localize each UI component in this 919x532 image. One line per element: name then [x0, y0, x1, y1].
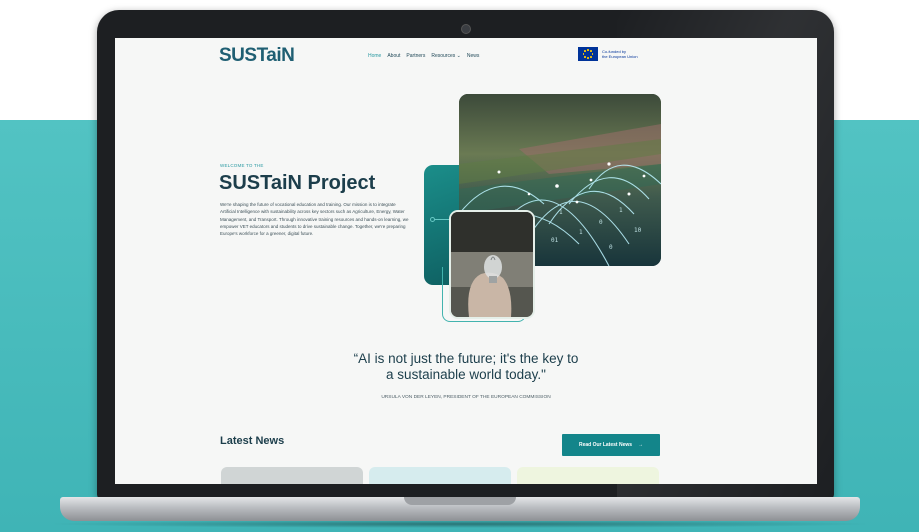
eu-funding-text: Co-funded by the European Union: [602, 49, 638, 59]
svg-text:10: 10: [634, 227, 642, 234]
main-nav: Home About Partners Resources ⌄ News: [368, 53, 479, 59]
site-logo[interactable]: SUSTaiN: [219, 45, 295, 77]
chevron-down-icon: ⌄: [456, 53, 461, 59]
hero-description: We're shaping the future of vocational e…: [220, 202, 409, 237]
read-latest-news-label: Read Our Latest News: [578, 442, 633, 448]
news-card[interactable]: [221, 467, 363, 484]
svg-text:1: 1: [559, 209, 563, 216]
eu-funding-badge: Co-funded by the European Union: [578, 47, 638, 61]
news-card[interactable]: [369, 467, 511, 484]
nav-resources-label: Resources: [431, 53, 456, 59]
laptop-shadow: [40, 520, 880, 528]
quote-text: “AI is not just the future; it's the key…: [115, 351, 817, 383]
arrow-right-icon: →: [638, 442, 644, 448]
latest-news-heading: Latest News: [220, 435, 285, 447]
hand-holding-bulb-image: [449, 210, 535, 319]
svg-text:1: 1: [579, 229, 583, 236]
nav-resources[interactable]: Resources ⌄: [431, 53, 461, 59]
logo-text: SUSTaiN: [219, 45, 295, 66]
svg-text:1: 1: [619, 207, 623, 214]
eu-line2: the European Union: [602, 54, 638, 59]
quote-line-1: “AI is not just the future; it's the key…: [353, 351, 579, 366]
laptop-notch: [404, 497, 516, 505]
news-card[interactable]: [517, 467, 659, 484]
svg-text:0: 0: [599, 219, 603, 226]
hero-eyebrow: WELCOME TO THE: [220, 163, 264, 168]
nav-home[interactable]: Home: [368, 53, 381, 59]
svg-text:01: 01: [551, 237, 559, 244]
svg-text:0: 0: [609, 244, 613, 251]
website-screen: SUSTaiN Home About Partners Resources ⌄ …: [115, 38, 817, 484]
nav-news[interactable]: News: [467, 53, 480, 59]
eu-flag-icon: [578, 47, 598, 61]
nav-about[interactable]: About: [387, 53, 400, 59]
hero-title: SUSTaiN Project: [219, 172, 376, 194]
nav-partners[interactable]: Partners: [406, 53, 425, 59]
read-latest-news-button[interactable]: Read Our Latest News →: [562, 434, 660, 456]
quote-line-2: a sustainable world today.": [386, 367, 546, 382]
quote-author: URSULA VON DER LEYEN, PRESIDENT OF THE E…: [381, 395, 551, 400]
camera-icon: [461, 24, 471, 34]
